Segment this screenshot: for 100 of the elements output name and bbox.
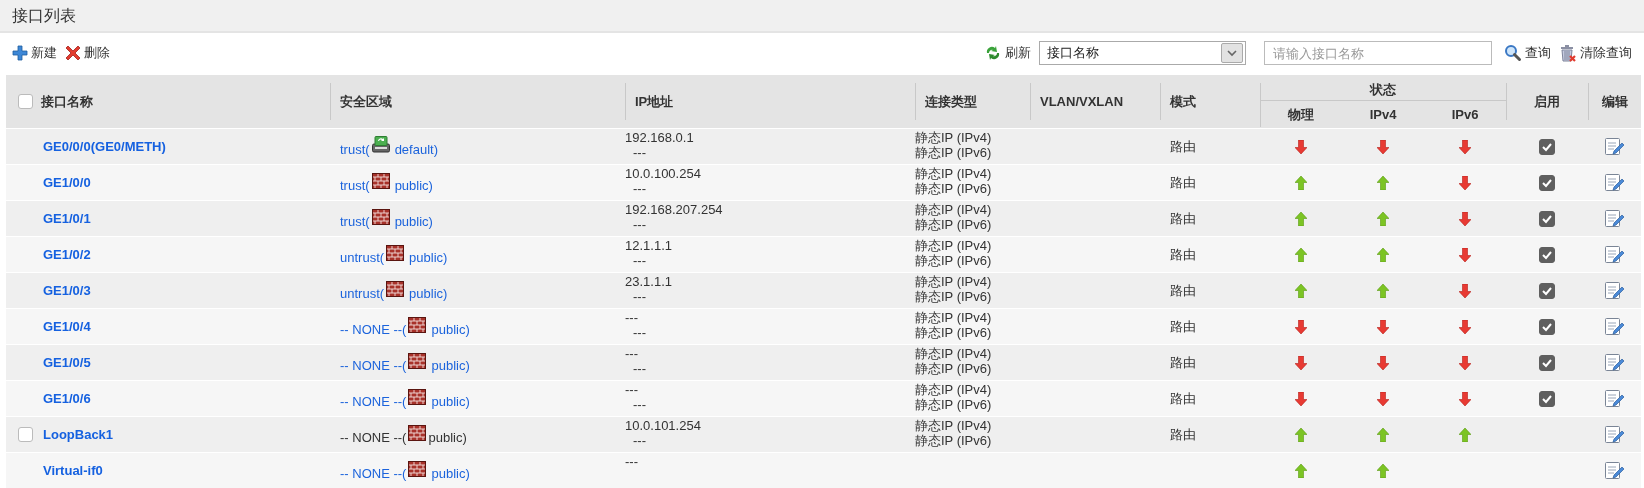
connection-type: 静态IP (IPv4)	[915, 130, 992, 145]
enable-checkbox[interactable]	[1539, 282, 1555, 299]
column-header: VLAN/VXLAN	[1040, 94, 1124, 109]
search-button[interactable]: 查询	[1504, 44, 1551, 62]
delete-button[interactable]: 删除	[65, 44, 110, 62]
enable-checkbox[interactable]	[1539, 174, 1555, 191]
connection-type: 静态IP (IPv4)	[915, 166, 992, 181]
column-header: 接口名称	[41, 92, 93, 111]
vsys-link[interactable]: public)	[431, 322, 470, 337]
search-field[interactable]: 请输入接口名称	[1264, 41, 1492, 65]
edit-icon[interactable]	[1604, 316, 1625, 337]
ip-address: ---	[632, 145, 646, 160]
edit-icon[interactable]	[1604, 136, 1625, 157]
zone-link[interactable]: untrust(	[340, 286, 385, 301]
column-header: 连接类型	[925, 92, 977, 111]
mode-text: 路由	[1170, 425, 1196, 444]
enable-checkbox[interactable]	[1539, 246, 1555, 263]
zone-link[interactable]: -- NONE --(	[340, 322, 407, 337]
zone-link[interactable]: trust(	[340, 214, 370, 229]
connection-type: 静态IP (IPv6)	[915, 397, 992, 412]
vsys-link[interactable]: public)	[431, 466, 470, 481]
interface-name-link[interactable]: LoopBack1	[43, 427, 114, 442]
ip-address: ---	[625, 346, 638, 361]
connection-type: 静态IP (IPv6)	[915, 289, 992, 304]
interface-name-link[interactable]: GE1/0/0	[43, 175, 91, 190]
filter-dropdown[interactable]: 接口名称	[1039, 41, 1246, 65]
zone-text: -- NONE --(	[340, 430, 407, 445]
interface-name-link[interactable]: GE1/0/3	[43, 283, 91, 298]
column-header: IPv4	[1369, 107, 1397, 122]
ip-address: ---	[632, 433, 646, 448]
page-title: 接口列表	[11, 6, 77, 26]
connection-type: 静态IP (IPv4)	[915, 202, 992, 217]
zone-link[interactable]: -- NONE --(	[340, 466, 407, 481]
connection-type: 静态IP (IPv6)	[915, 181, 992, 196]
new-button[interactable]: 新建	[12, 44, 57, 62]
vsys-link[interactable]: public)	[431, 394, 470, 409]
interface-name-link[interactable]: Virtual-if0	[43, 463, 103, 478]
delete-icon	[65, 45, 81, 61]
enable-checkbox[interactable]	[1539, 354, 1555, 371]
zone-link[interactable]: untrust(	[340, 250, 385, 265]
interface-name-link[interactable]: GE1/0/6	[43, 391, 91, 406]
edit-icon[interactable]	[1604, 424, 1625, 445]
edit-icon[interactable]	[1604, 244, 1625, 265]
edit-icon[interactable]	[1604, 208, 1625, 229]
mode-text: 路由	[1170, 245, 1196, 264]
edit-icon[interactable]	[1604, 388, 1625, 409]
connection-type: 静态IP (IPv6)	[915, 253, 992, 268]
interface-name-link[interactable]: GE1/0/5	[43, 355, 91, 370]
connection-type: 静态IP (IPv4)	[915, 382, 992, 397]
vsys-link[interactable]: default)	[394, 142, 438, 157]
mode-text: 路由	[1170, 317, 1196, 336]
mode-text: 路由	[1170, 209, 1196, 228]
trash-icon	[1559, 44, 1577, 62]
column-header: IP地址	[635, 92, 674, 111]
ip-address: ---	[625, 382, 638, 397]
connection-type: 静态IP (IPv4)	[915, 238, 992, 253]
ip-address: ---	[625, 454, 638, 469]
column-header: 物理	[1288, 105, 1314, 124]
ip-address: ---	[625, 310, 638, 325]
vsys-link[interactable]: public)	[394, 214, 433, 229]
mode-text: 路由	[1170, 281, 1196, 300]
edit-icon[interactable]	[1604, 352, 1625, 373]
plus-icon	[12, 45, 28, 61]
zone-link[interactable]: trust(	[340, 178, 370, 193]
interface-name-link[interactable]: GE1/0/4	[43, 319, 91, 334]
vsys-link[interactable]: public)	[409, 250, 448, 265]
enable-checkbox[interactable]	[1539, 318, 1555, 335]
interface-name-link[interactable]: GE1/0/1	[43, 211, 91, 226]
connection-type: 静态IP (IPv6)	[915, 361, 992, 376]
edit-icon[interactable]	[1604, 280, 1625, 301]
zone-link[interactable]: -- NONE --(	[340, 358, 407, 373]
edit-icon[interactable]	[1604, 460, 1625, 481]
connection-type: 静态IP (IPv6)	[915, 325, 992, 340]
vsys-link[interactable]: public)	[431, 358, 470, 373]
edit-icon[interactable]	[1604, 172, 1625, 193]
ip-address: ---	[632, 289, 646, 304]
vsys-link[interactable]: public)	[409, 286, 448, 301]
column-header: 安全区域	[340, 92, 392, 111]
column-header: 编辑	[1601, 92, 1628, 111]
enable-checkbox[interactable]	[1539, 138, 1555, 155]
select-all-checkbox[interactable]	[18, 94, 33, 109]
vsys-link[interactable]: public)	[394, 178, 433, 193]
enable-checkbox[interactable]	[1539, 390, 1555, 407]
connection-type: 静态IP (IPv4)	[915, 346, 992, 361]
zone-link[interactable]: trust(	[340, 142, 370, 157]
zone-link[interactable]: -- NONE --(	[340, 394, 407, 409]
refresh-button[interactable]: 刷新	[984, 44, 1031, 62]
clear-search-button[interactable]: 清除查询	[1559, 44, 1632, 62]
mode-text: 路由	[1170, 137, 1196, 156]
enable-checkbox[interactable]	[1539, 210, 1555, 227]
interface-name-link[interactable]: GE0/0/0(GE0/METH)	[43, 139, 166, 154]
interface-name-link[interactable]: GE1/0/2	[43, 247, 91, 262]
connection-type: 静态IP (IPv6)	[915, 217, 992, 232]
column-header: 启用	[1534, 92, 1560, 111]
column-header: 模式	[1170, 92, 1196, 111]
ip-address: 10.0.101.254	[625, 418, 701, 433]
mode-text: 路由	[1170, 389, 1196, 408]
connection-type: 静态IP (IPv6)	[915, 145, 992, 160]
ip-address: ---	[632, 361, 646, 376]
row-checkbox[interactable]	[18, 427, 33, 442]
